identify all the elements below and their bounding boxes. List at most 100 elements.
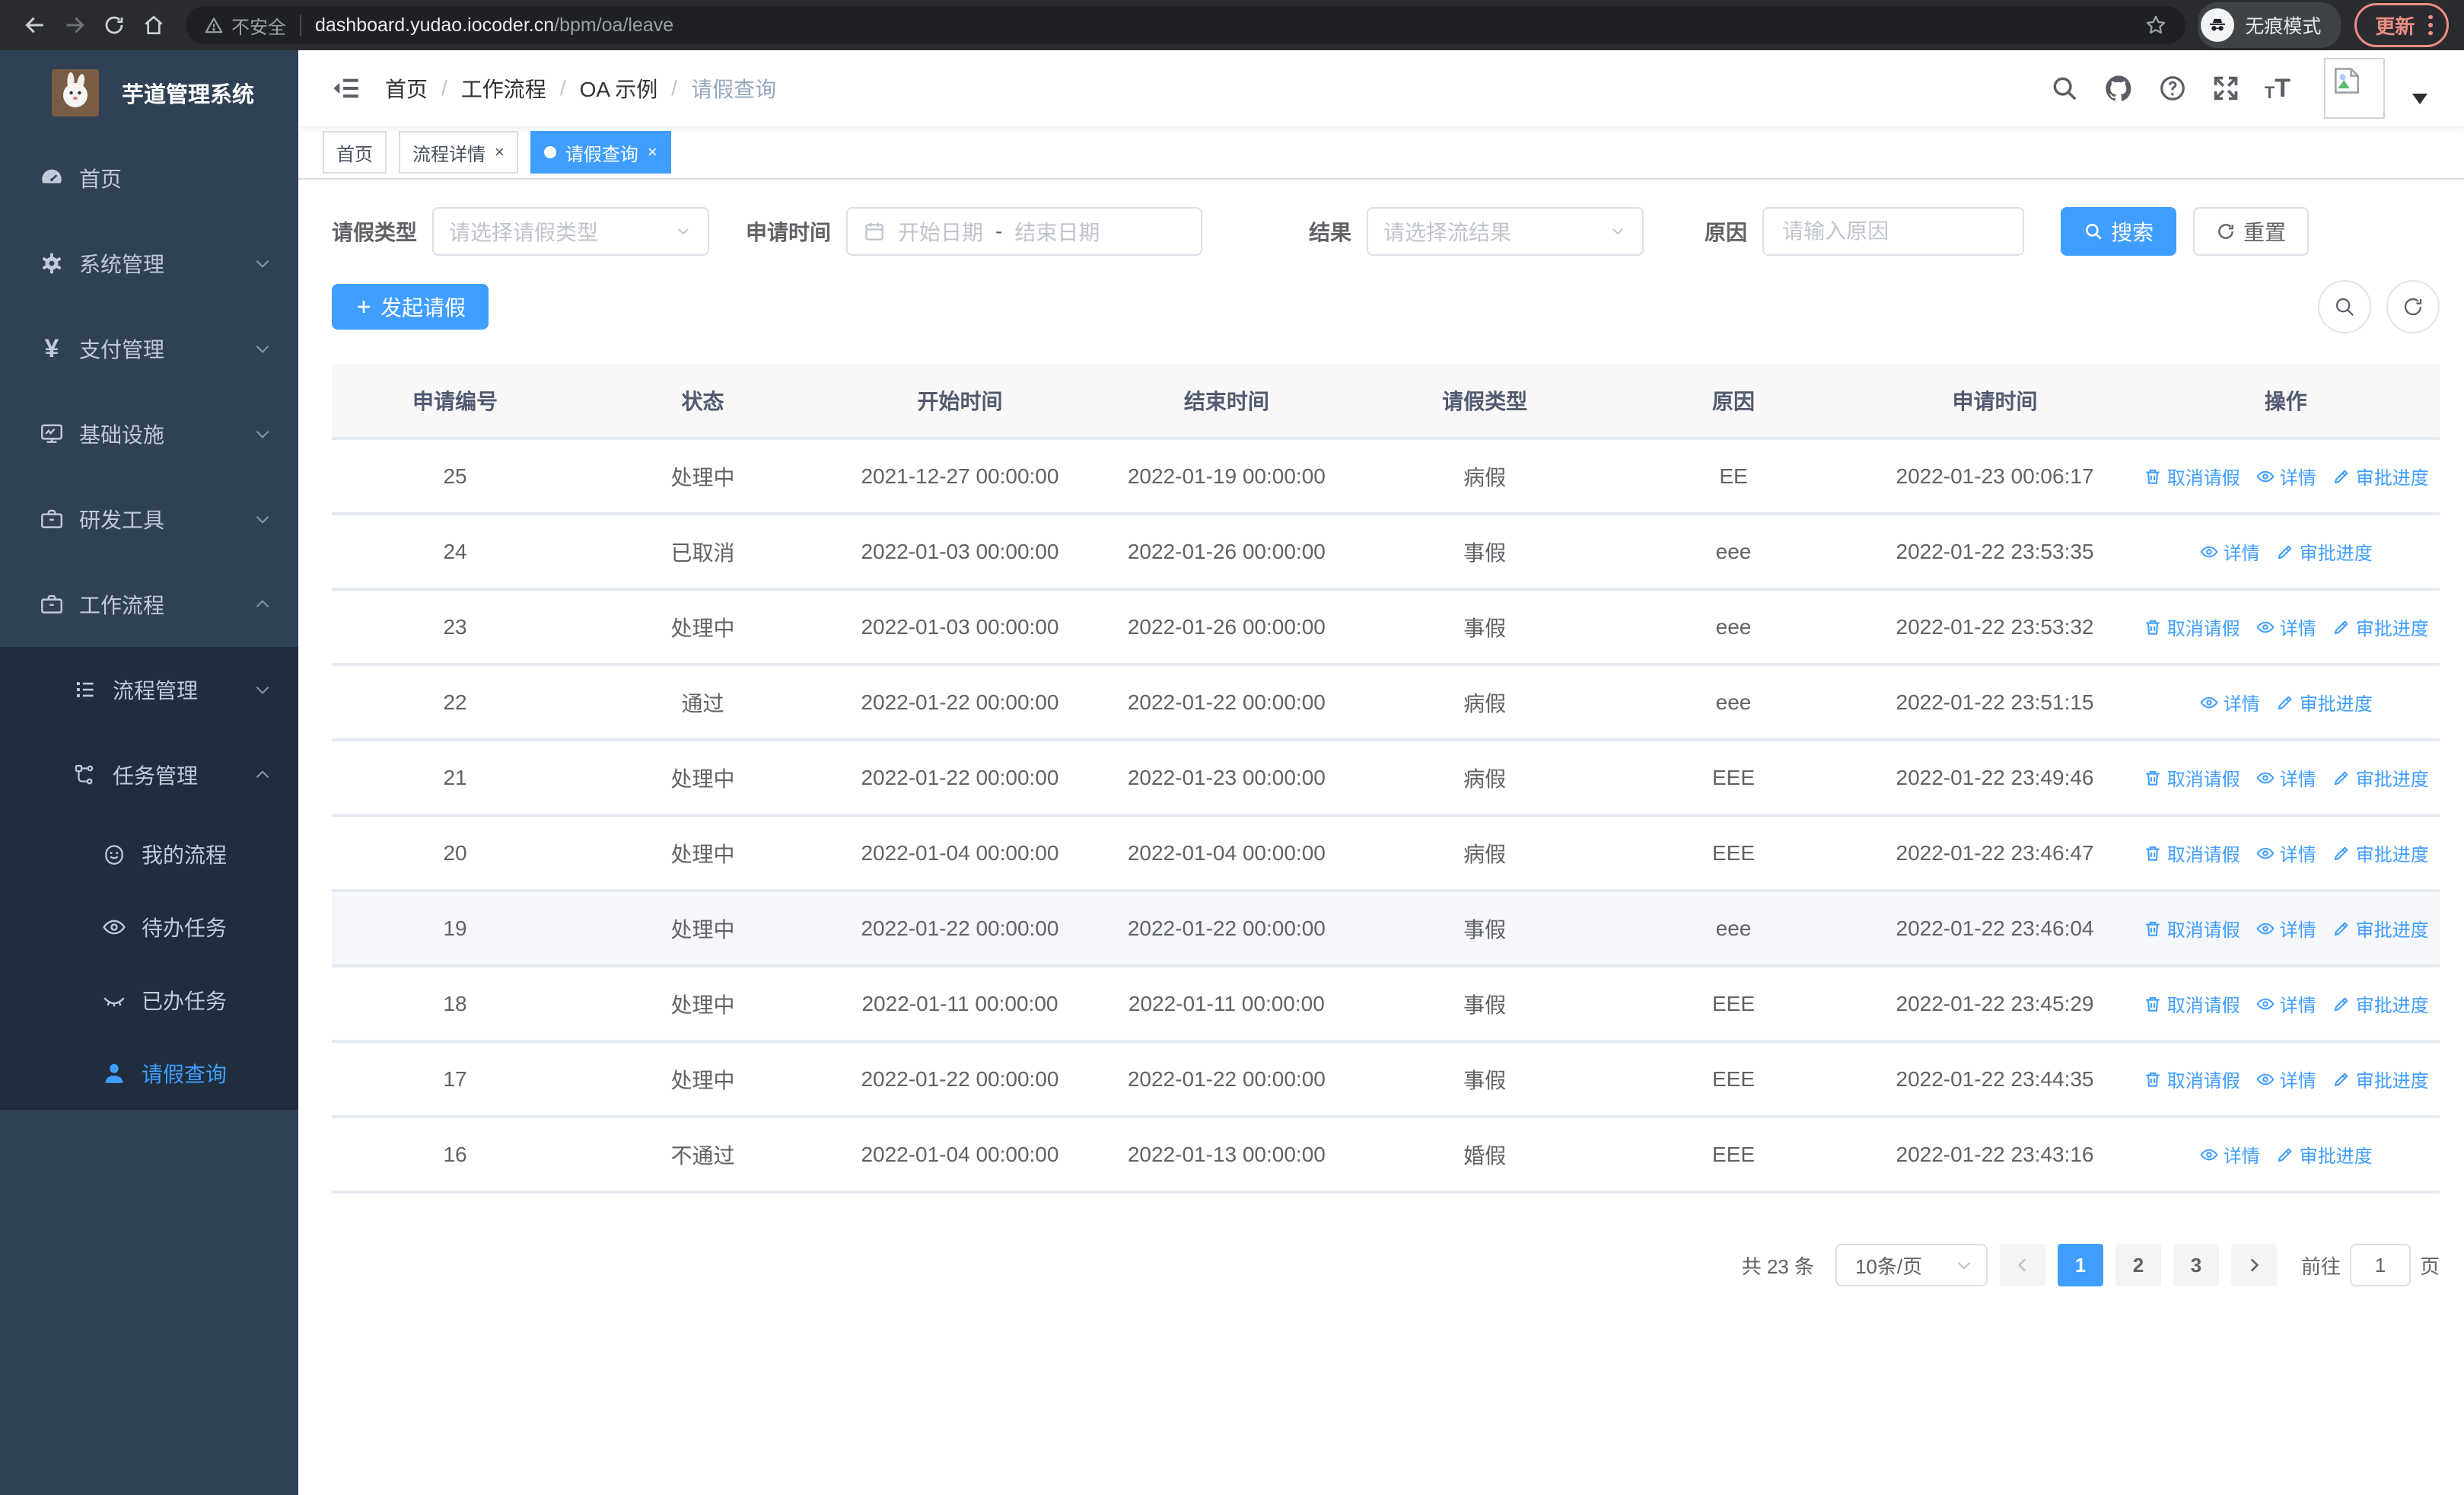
leave-table: 申请编号 状态 开始时间 结束时间 请假类型 原因 申请时间 操作 25 处理中 2021-12-2… xyxy=(332,364,2440,1194)
back-icon[interactable] xyxy=(15,5,55,45)
progress-action-link[interactable]: 审批进度 xyxy=(2332,463,2429,489)
detail-action-link[interactable]: 详情 xyxy=(2255,1066,2316,1092)
sidebar-fold-icon[interactable] xyxy=(310,74,382,103)
browser-window: 不安全 dashboard.yudao.iocoder.cn/bpm/oa/le… xyxy=(0,0,2464,1495)
chevron-down-icon xyxy=(253,509,272,529)
create-leave-button[interactable]: 发起请假 xyxy=(332,284,489,330)
sidebar-item-leave-query[interactable]: 请假查询 xyxy=(0,1037,298,1110)
page-button-2[interactable]: 2 xyxy=(2115,1244,2161,1286)
tab-流程详情[interactable]: 流程详情 × xyxy=(399,131,518,174)
caret-down-icon[interactable] xyxy=(2412,94,2427,104)
table-row[interactable]: 25 处理中 2021-12-27 00:00:00 2022-01-19 00:00… xyxy=(332,440,2440,515)
cancel-action-link[interactable]: 取消请假 xyxy=(2143,614,2240,640)
table-row[interactable]: 24 已取消 2022-01-03 00:00:00 2022-01-26 00:00… xyxy=(332,515,2440,591)
prev-page-button[interactable] xyxy=(1999,1244,2045,1286)
page-button-1[interactable]: 1 xyxy=(2057,1244,2103,1286)
toggle-search-button[interactable] xyxy=(2318,280,2371,333)
cancel-action-link[interactable]: 取消请假 xyxy=(2143,1066,2240,1092)
apply-time-range-picker[interactable]: 开始日期 - 结束日期 xyxy=(846,207,1203,256)
trash-icon xyxy=(2143,467,2163,486)
sidebar-item-process-mgmt[interactable]: 流程管理 xyxy=(0,647,298,732)
address-bar[interactable]: 不安全 dashboard.yudao.iocoder.cn/bpm/oa/le… xyxy=(186,6,2186,44)
reset-button[interactable]: 重置 xyxy=(2193,207,2310,256)
detail-action-link[interactable]: 详情 xyxy=(2199,1141,2260,1168)
cell-applied: 2022-01-22 23:45:29 xyxy=(1896,991,2094,1015)
table-row[interactable]: 16 不通过 2022-01-04 00:00:00 2022-01-13 00:00… xyxy=(332,1118,2440,1194)
page-button-3[interactable]: 3 xyxy=(2173,1244,2219,1286)
sidebar-item-payment[interactable]: ¥ 支付管理 xyxy=(0,306,298,391)
leave-type-select[interactable]: 请选择请假类型 xyxy=(432,207,710,256)
close-icon[interactable]: × xyxy=(648,144,657,161)
table-row[interactable]: 22 通过 2022-01-22 00:00:00 2022-01-22 00:00:… xyxy=(332,666,2440,741)
chevron-down-icon xyxy=(253,339,272,359)
sidebar-item-workflow[interactable]: 工作流程 xyxy=(0,562,298,647)
progress-action-link[interactable]: 审批进度 xyxy=(2332,840,2429,866)
progress-action-link[interactable]: 审批进度 xyxy=(2332,764,2429,791)
sidebar-item-system[interactable]: 系统管理 xyxy=(0,221,298,306)
range-separator: - xyxy=(995,219,1003,243)
progress-action-link[interactable]: 审批进度 xyxy=(2275,538,2373,565)
cancel-action-link[interactable]: 取消请假 xyxy=(2143,990,2240,1017)
sidebar-item-my-process[interactable]: 我的流程 xyxy=(0,818,298,891)
github-icon[interactable] xyxy=(2103,73,2134,104)
page-size-select[interactable]: 10条/页 xyxy=(1835,1244,1988,1286)
next-page-button[interactable] xyxy=(2230,1244,2277,1286)
home-icon[interactable] xyxy=(134,5,173,45)
refresh-table-button[interactable] xyxy=(2386,280,2440,333)
cell-actions: 详情 审批进度 xyxy=(2132,689,2440,716)
browser-menu-icon[interactable] xyxy=(2428,14,2433,36)
tab-请假查询[interactable]: 请假查询 × xyxy=(530,131,671,174)
tab-首页[interactable]: 首页 xyxy=(323,131,387,174)
result-select[interactable]: 请选择流结果 xyxy=(1367,207,1644,256)
progress-action-link[interactable]: 审批进度 xyxy=(2332,614,2429,640)
search-icon[interactable] xyxy=(2050,74,2079,103)
detail-action-link[interactable]: 详情 xyxy=(2255,990,2316,1017)
cancel-action-link[interactable]: 取消请假 xyxy=(2143,764,2240,791)
cancel-action-link[interactable]: 取消请假 xyxy=(2143,840,2240,866)
progress-action-link[interactable]: 审批进度 xyxy=(2275,1141,2373,1168)
url-text[interactable]: dashboard.yudao.iocoder.cn/bpm/oa/leave xyxy=(315,14,673,37)
goto-page-input[interactable] xyxy=(2349,1244,2411,1286)
progress-action-link[interactable]: 审批进度 xyxy=(2332,990,2429,1017)
progress-action-link[interactable]: 审批进度 xyxy=(2275,689,2373,716)
reason-input[interactable] xyxy=(1762,207,2025,256)
update-button[interactable]: 更新 xyxy=(2354,3,2449,47)
app-logo[interactable]: 芋道管理系统 xyxy=(0,50,298,135)
detail-action-link[interactable]: 详情 xyxy=(2255,840,2316,866)
table-row[interactable]: 19 处理中 2022-01-22 00:00:00 2022-01-22 00:00… xyxy=(332,892,2440,967)
sidebar-item-done-tasks[interactable]: 已办任务 xyxy=(0,964,298,1037)
detail-action-link[interactable]: 详情 xyxy=(2199,538,2260,565)
bookmark-icon[interactable] xyxy=(2144,14,2167,37)
detail-action-link[interactable]: 详情 xyxy=(2255,915,2316,942)
avatar[interactable] xyxy=(2324,58,2385,119)
incognito-icon xyxy=(2201,8,2235,42)
detail-action-link[interactable]: 详情 xyxy=(2199,689,2260,716)
table-row[interactable]: 23 处理中 2022-01-03 00:00:00 2022-01-26 00:00… xyxy=(332,591,2440,666)
progress-action-link[interactable]: 审批进度 xyxy=(2332,1066,2429,1092)
sidebar-item-infra[interactable]: 基础设施 xyxy=(0,391,298,477)
table-row[interactable]: 18 处理中 2022-01-11 00:00:00 2022-01-11 00:00… xyxy=(332,967,2440,1043)
sidebar-item-devtools[interactable]: 研发工具 xyxy=(0,477,298,562)
detail-action-link[interactable]: 详情 xyxy=(2255,614,2316,640)
sidebar-item-home[interactable]: 首页 xyxy=(0,135,298,221)
detail-action-link[interactable]: 详情 xyxy=(2255,463,2316,489)
table-row[interactable]: 21 处理中 2022-01-22 00:00:00 2022-01-23 00:00… xyxy=(332,741,2440,817)
reload-icon[interactable] xyxy=(94,5,134,45)
forward-icon[interactable] xyxy=(55,5,94,45)
cancel-action-link[interactable]: 取消请假 xyxy=(2143,463,2240,489)
help-icon[interactable] xyxy=(2158,74,2187,103)
fullscreen-icon[interactable] xyxy=(2211,74,2240,103)
close-icon[interactable]: × xyxy=(495,144,505,161)
table-row[interactable]: 20 处理中 2022-01-04 00:00:00 2022-01-04 00:00… xyxy=(332,817,2440,892)
breadcrumb-item[interactable]: 工作流程 xyxy=(461,73,546,104)
breadcrumb-item[interactable]: OA 示例 xyxy=(580,73,658,104)
detail-action-link[interactable]: 详情 xyxy=(2255,764,2316,791)
progress-action-link[interactable]: 审批进度 xyxy=(2332,915,2429,942)
sidebar-item-task-mgmt[interactable]: 任务管理 xyxy=(0,732,298,818)
sidebar-item-todo-tasks[interactable]: 待办任务 xyxy=(0,891,298,964)
search-button[interactable]: 搜索 xyxy=(2061,207,2177,256)
cancel-action-link[interactable]: 取消请假 xyxy=(2143,915,2240,942)
breadcrumb-item[interactable]: 首页 xyxy=(385,73,428,104)
font-size-icon[interactable]: TT xyxy=(2265,75,2291,101)
table-row[interactable]: 17 处理中 2022-01-22 00:00:00 2022-01-22 00:00… xyxy=(332,1043,2440,1118)
